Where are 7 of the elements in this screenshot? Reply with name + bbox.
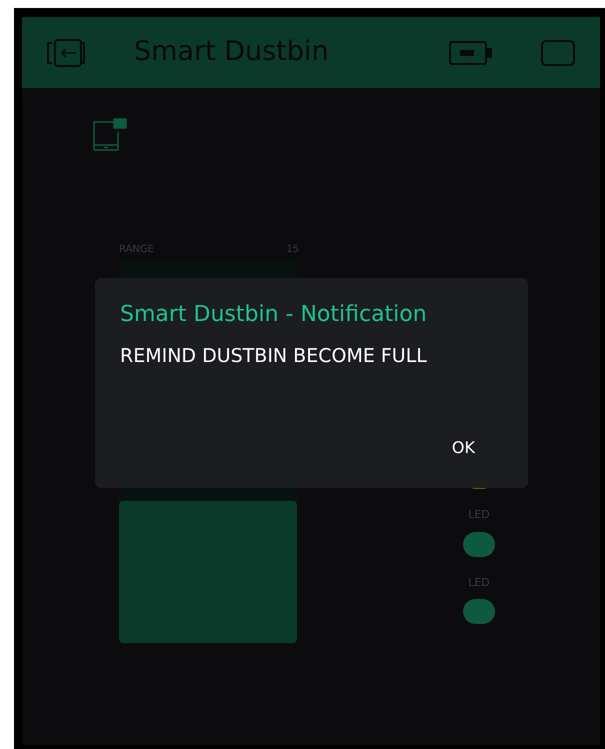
battery-icon [448, 38, 494, 66]
dialog-message: REMIND DUSTBIN BECOME FULL [120, 347, 428, 366]
device-notification-icon[interactable] [92, 118, 128, 152]
dialog-title: Smart Dustbin - Notification [120, 301, 428, 329]
ok-button[interactable]: OK [448, 436, 479, 460]
square-icon[interactable] [540, 38, 576, 66]
exit-icon[interactable] [46, 38, 86, 68]
